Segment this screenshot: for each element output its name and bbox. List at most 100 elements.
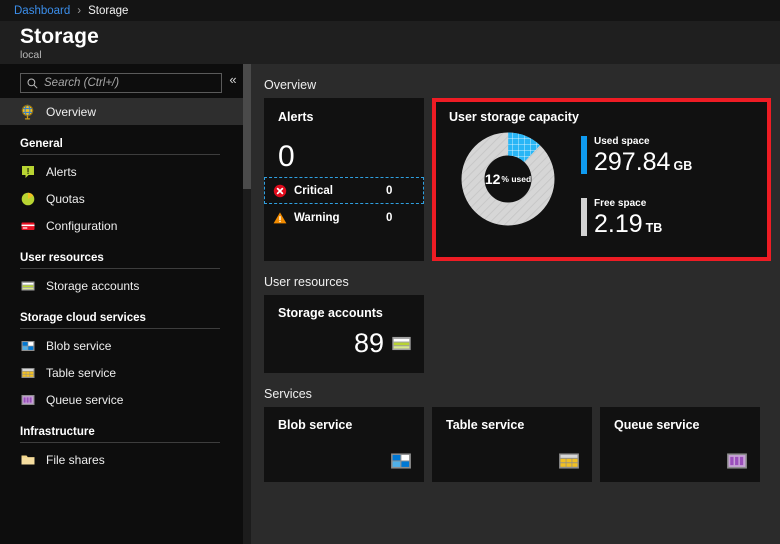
sidebar-item-blob-service[interactable]: Blob service — [0, 332, 243, 359]
queue-service-tile[interactable]: Queue service — [600, 407, 760, 482]
blob-service-tile[interactable]: Blob service — [264, 407, 424, 482]
legend-title: Free space — [594, 198, 662, 210]
section-title-user-resources: User resources — [264, 275, 780, 289]
warning-triangle-icon — [273, 211, 287, 225]
donut-center-label: 12 % used — [461, 132, 555, 226]
sidebar-item-table-service[interactable]: Table service — [0, 359, 243, 386]
sidebar-item-file-shares[interactable]: File shares — [0, 446, 243, 473]
storage-accounts-tile-title: Storage accounts — [278, 306, 424, 320]
sidebar-group-title: Infrastructure — [20, 426, 243, 438]
divider — [20, 442, 220, 443]
donut-percent-value: 12 — [485, 171, 501, 187]
sidebar-search-row: « — [0, 64, 243, 98]
sidebar-item-label: Table service — [46, 366, 116, 380]
sidebar-item-label: File shares — [46, 453, 105, 467]
user-storage-capacity-tile[interactable]: User storage capacity — [432, 98, 771, 261]
capacity-tile-body: 12 % used Used space 297.84GB — [449, 132, 771, 260]
quotas-icon — [20, 191, 36, 207]
sidebar-item-label: Alerts — [46, 165, 77, 179]
sidebar-group-title: User resources — [20, 252, 243, 264]
legend-unit: TB — [646, 221, 663, 235]
configuration-icon — [20, 218, 36, 234]
sidebar-group-infrastructure: Infrastructure — [0, 413, 243, 443]
sidebar-group-general: General — [0, 125, 243, 155]
legend-value: 297.84 — [594, 148, 670, 176]
page-header: Storage local — [0, 21, 780, 64]
sidebar-item-configuration[interactable]: Configuration — [0, 212, 243, 239]
table-service-tile-title: Table service — [446, 418, 592, 432]
legend-unit: GB — [673, 159, 692, 173]
sidebar-group-title: Storage cloud services — [20, 312, 243, 324]
alerts-total-count: 0 — [278, 142, 424, 172]
sidebar: « Overview General Alert — [0, 64, 243, 544]
queue-service-icon — [20, 392, 36, 408]
storage-accounts-tile[interactable]: Storage accounts 89 — [264, 295, 424, 373]
sidebar-item-storage-accounts[interactable]: Storage accounts — [0, 272, 243, 299]
blob-service-tile-title: Blob service — [278, 418, 424, 432]
alerts-severity-list: Critical 0 Warning 0 — [264, 177, 424, 231]
search-input[interactable] — [44, 77, 209, 89]
search-box[interactable] — [20, 73, 222, 93]
divider — [20, 154, 220, 155]
alert-row-warning[interactable]: Warning 0 — [264, 204, 424, 231]
sidebar-group-storage-cloud-services: Storage cloud services — [0, 299, 243, 329]
legend-title: Used space — [594, 136, 692, 148]
section-title-overview: Overview — [264, 78, 780, 92]
legend-color-swatch-free — [581, 198, 587, 236]
capacity-legend: Used space 297.84GB Free space 2.19TB — [581, 136, 692, 260]
sidebar-item-label: Queue service — [46, 393, 123, 407]
queue-service-icon — [726, 450, 748, 472]
blob-service-icon — [20, 338, 36, 354]
blob-service-icon — [390, 450, 412, 472]
sidebar-item-label: Blob service — [46, 339, 111, 353]
azure-portal-storage-overview: Dashboard › Storage Storage local « — [0, 0, 780, 544]
legend-color-swatch-used — [581, 136, 587, 174]
overview-tile-row: Alerts 0 Critical 0 — [264, 98, 780, 261]
sidebar-item-queue-service[interactable]: Queue service — [0, 386, 243, 413]
sidebar-scrollbar-thumb[interactable] — [243, 64, 251, 189]
breadcrumb-current: Storage — [88, 5, 128, 17]
breadcrumb: Dashboard › Storage — [0, 0, 780, 21]
sidebar-item-label: Storage accounts — [46, 279, 139, 293]
table-service-icon — [558, 450, 580, 472]
donut-percent-suffix: % used — [501, 174, 531, 184]
services-tile-row: Blob service Table service — [264, 407, 780, 482]
alert-count: 0 — [386, 212, 392, 224]
table-service-icon — [20, 365, 36, 381]
critical-error-icon — [273, 184, 287, 198]
legend-item-used-space: Used space 297.84GB — [581, 136, 692, 180]
alerts-tile-title: Alerts — [278, 110, 424, 124]
alerts-tile[interactable]: Alerts 0 Critical 0 — [264, 98, 424, 261]
main-content: Overview Alerts 0 Critical 0 — [251, 64, 780, 544]
sidebar-group-title: General — [20, 138, 243, 150]
page-title: Storage — [20, 24, 780, 49]
sidebar-item-overview[interactable]: Overview — [0, 98, 243, 125]
sidebar-item-label: Overview — [46, 105, 96, 119]
legend-item-free-space: Free space 2.19TB — [581, 198, 692, 242]
breadcrumb-separator: › — [77, 5, 81, 17]
sidebar-item-label: Configuration — [46, 219, 117, 233]
sidebar-item-quotas[interactable]: Quotas — [0, 185, 243, 212]
storage-accounts-count: 89 — [354, 329, 384, 357]
table-service-tile[interactable]: Table service — [432, 407, 592, 482]
sidebar-item-alerts[interactable]: Alerts — [0, 158, 243, 185]
sidebar-group-user-resources: User resources — [0, 239, 243, 269]
alert-count: 0 — [386, 185, 392, 197]
divider — [20, 268, 220, 269]
sidebar-item-label: Quotas — [46, 192, 85, 206]
alert-row-critical[interactable]: Critical 0 — [264, 177, 424, 204]
alerts-icon — [20, 164, 36, 180]
divider — [20, 328, 220, 329]
storage-accounts-icon — [391, 333, 412, 354]
alert-label: Critical — [294, 185, 386, 197]
search-icon — [27, 78, 38, 89]
collapse-sidebar-button[interactable]: « — [225, 72, 241, 88]
capacity-tile-title: User storage capacity — [449, 110, 771, 124]
page-subtitle: local — [20, 49, 780, 62]
breadcrumb-dashboard-link[interactable]: Dashboard — [14, 5, 70, 17]
alert-label: Warning — [294, 212, 386, 224]
capacity-donut-chart: 12 % used — [461, 132, 555, 226]
queue-service-tile-title: Queue service — [614, 418, 760, 432]
user-storage-capacity-highlight-wrapper: User storage capacity — [432, 98, 771, 261]
section-title-services: Services — [264, 387, 780, 401]
